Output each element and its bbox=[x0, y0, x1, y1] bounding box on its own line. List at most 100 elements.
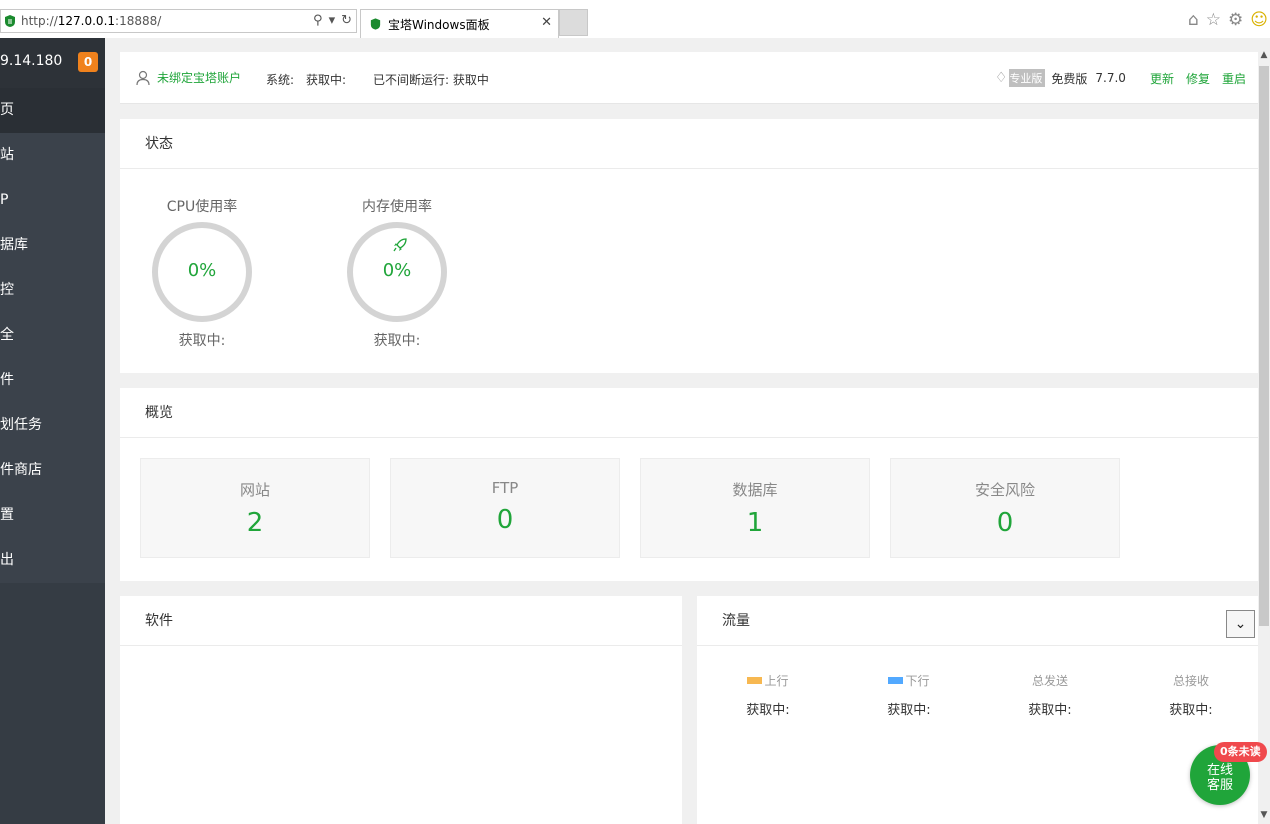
traffic-label-row: 总发送 bbox=[990, 672, 1110, 689]
sidebar-item[interactable]: 控 bbox=[0, 268, 105, 313]
traffic-label: 下行 bbox=[905, 674, 930, 688]
traffic-value: 获取中: bbox=[1169, 703, 1213, 718]
traffic-label-row: 下行 bbox=[849, 672, 969, 689]
message-badge[interactable]: 0 bbox=[78, 52, 98, 72]
sidebar-item-label: 据库 bbox=[0, 237, 28, 253]
sidebar-item[interactable]: 站 bbox=[0, 133, 105, 178]
traffic-col: 上行获取中: bbox=[708, 672, 828, 718]
traffic-label: 上行 bbox=[764, 674, 789, 688]
page-scrollbar[interactable]: ▲ ▼ bbox=[1258, 38, 1270, 824]
user-icon bbox=[136, 70, 150, 85]
sidebar-item-label: 控 bbox=[0, 282, 14, 298]
star-icon[interactable]: ☆ bbox=[1206, 10, 1221, 30]
traffic-label-row: 上行 bbox=[708, 672, 828, 689]
memory-value: 0% bbox=[382, 260, 412, 281]
sidebar-item-label: 站 bbox=[0, 147, 14, 163]
repair-link[interactable]: 修复 bbox=[1186, 70, 1210, 87]
info-bar: 未绑定宝塔账户 系统: 获取中: 已不间断运行: 获取中 ♢ 专业版 免费版 7.… bbox=[120, 52, 1258, 104]
cpu-sub: 获取中: bbox=[178, 333, 226, 349]
overview-panel: 概览 网站 2 FTP 0 数据库 1 安全风险 0 bbox=[120, 388, 1258, 581]
cpu-ring: 0% bbox=[152, 222, 252, 322]
overview-label: 安全风险 bbox=[974, 481, 1035, 499]
diamond-icon: ♢ bbox=[994, 69, 1010, 87]
url-text: http://127.0.0.1:18888/ bbox=[21, 14, 161, 28]
sidebar-item[interactable]: 据库 bbox=[0, 223, 105, 268]
tab-title: 宝塔Windows面板 bbox=[388, 18, 490, 32]
scroll-up-icon[interactable]: ▲ bbox=[1258, 50, 1270, 60]
sidebar-item[interactable]: 全 bbox=[0, 313, 105, 358]
pro-label: 专业版 bbox=[1009, 72, 1043, 85]
address-bar[interactable]: http://127.0.0.1:18888/ ⚲ ▾ ↻ bbox=[0, 9, 357, 33]
home-icon[interactable]: ⌂ bbox=[1188, 10, 1199, 30]
new-tab-button[interactable] bbox=[559, 9, 588, 36]
pro-edition-badge[interactable]: ♢ 专业版 bbox=[994, 69, 1046, 87]
browser-chrome: http://127.0.0.1:18888/ ⚲ ▾ ↻ 宝塔Windows面… bbox=[0, 0, 1270, 38]
memory-label: 内存使用率 bbox=[362, 199, 432, 215]
overview-box[interactable]: 网站 2 bbox=[140, 458, 370, 558]
support-line1: 在线 bbox=[1206, 763, 1233, 778]
refresh-icon[interactable]: ↻ bbox=[341, 13, 352, 28]
sidebar-item[interactable]: 出 bbox=[0, 538, 105, 583]
url-host: 127.0.0.1 bbox=[57, 14, 116, 28]
smiley-icon[interactable]: ☺ bbox=[1250, 10, 1268, 30]
baota-logo-icon bbox=[370, 18, 381, 30]
account-link[interactable]: 未绑定宝塔账户 bbox=[135, 69, 241, 86]
restart-link[interactable]: 重启 bbox=[1222, 70, 1246, 87]
search-icon[interactable]: ⚲ bbox=[313, 13, 323, 28]
sidebar-item-label: 划任务 bbox=[0, 417, 42, 433]
traffic-col: 下行获取中: bbox=[849, 672, 969, 718]
version-label: 7.7.0 bbox=[1095, 71, 1126, 85]
dropdown-icon[interactable]: ▾ bbox=[329, 13, 336, 28]
edition-label: 免费版 bbox=[1051, 71, 1088, 86]
scroll-thumb[interactable] bbox=[1259, 66, 1269, 626]
url-suffix: :18888/ bbox=[115, 14, 162, 28]
legend-swatch bbox=[888, 677, 904, 684]
scroll-down-icon[interactable]: ▼ bbox=[1258, 810, 1270, 820]
close-tab-icon[interactable]: ✕ bbox=[541, 15, 552, 30]
sidebar-item-label: 件 bbox=[0, 372, 14, 388]
toolbar-icons: ⌂ ☆ ⚙ ☺ bbox=[1188, 10, 1268, 30]
traffic-label-row: 总接收 bbox=[1131, 672, 1251, 689]
status-title: 状态 bbox=[120, 119, 1258, 169]
sidebar-item[interactable]: P bbox=[0, 178, 105, 223]
memory-gauge[interactable]: 内存使用率 0% 获取中: bbox=[322, 196, 472, 350]
traffic-value: 获取中: bbox=[1028, 703, 1072, 718]
sidebar-item[interactable]: 页 bbox=[0, 88, 105, 133]
sidebar-item[interactable]: 件商店 bbox=[0, 448, 105, 493]
sidebar-item[interactable]: 划任务 bbox=[0, 403, 105, 448]
browser-tab[interactable]: 宝塔Windows面板 ✕ bbox=[360, 9, 559, 38]
version-area: ♢ 专业版 免费版 7.7.0 更新 修复 重启 bbox=[994, 69, 1246, 87]
overview-label: FTP bbox=[491, 479, 519, 497]
traffic-value: 获取中: bbox=[746, 703, 790, 718]
overview-box[interactable]: 安全风险 0 bbox=[890, 458, 1120, 558]
overview-label: 网站 bbox=[239, 481, 270, 499]
legend-swatch bbox=[747, 677, 763, 684]
sidebar-item[interactable]: 件 bbox=[0, 358, 105, 403]
overview-value: 1 bbox=[746, 508, 764, 538]
status-panel: 状态 CPU使用率 0% 获取中: 内存使用率 0% 获取中: bbox=[120, 119, 1258, 373]
sidebar-item-label: 置 bbox=[0, 507, 14, 523]
overview-box[interactable]: 数据库 1 bbox=[640, 458, 870, 558]
cpu-gauge[interactable]: CPU使用率 0% 获取中: bbox=[127, 196, 277, 350]
update-link[interactable]: 更新 bbox=[1150, 70, 1174, 87]
memory-ring: 0% bbox=[347, 222, 447, 322]
baota-logo-icon bbox=[5, 15, 15, 27]
overview-label: 数据库 bbox=[732, 481, 778, 499]
interface-select[interactable]: ⌄ bbox=[1226, 610, 1255, 638]
chevron-down-icon: ⌄ bbox=[1234, 616, 1247, 632]
memory-sub: 获取中: bbox=[373, 333, 421, 349]
rocket-icon[interactable] bbox=[391, 236, 409, 254]
sidebar-item[interactable]: 置 bbox=[0, 493, 105, 538]
software-title: 软件 bbox=[120, 596, 682, 646]
traffic-value: 获取中: bbox=[887, 703, 931, 718]
cpu-label: CPU使用率 bbox=[166, 199, 238, 215]
url-prefix: http:// bbox=[21, 14, 58, 28]
overview-box[interactable]: FTP 0 bbox=[390, 458, 620, 558]
sidebar-item-label: 件商店 bbox=[0, 462, 42, 478]
gear-icon[interactable]: ⚙ bbox=[1228, 10, 1243, 30]
cpu-value: 0% bbox=[187, 260, 217, 281]
overview-value: 2 bbox=[246, 508, 264, 538]
traffic-panel: 流量 ⌄ 上行 获取中: 下行 获取中: 总发送 获取中: 总接收 获取中: bbox=[697, 596, 1259, 824]
sidebar-item-label: 页 bbox=[0, 102, 14, 118]
account-label: 未绑定宝塔账户 bbox=[157, 71, 242, 85]
